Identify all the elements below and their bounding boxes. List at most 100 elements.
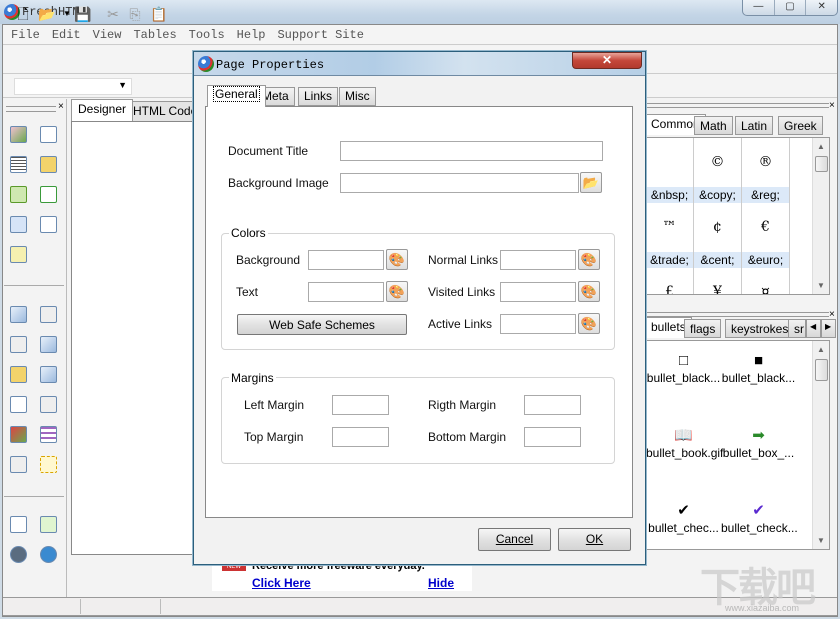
color-palette-icon[interactable]: 🎨 xyxy=(386,249,408,270)
tab-latin[interactable]: Latin xyxy=(735,116,774,135)
image-button-icon[interactable] xyxy=(10,426,27,443)
sound-icon[interactable] xyxy=(10,516,27,533)
checkbox-icon[interactable] xyxy=(10,366,27,383)
entity-cell[interactable]: © &copy; xyxy=(694,138,742,203)
cut-icon[interactable]: ✂ xyxy=(104,5,122,23)
text-area-icon[interactable] xyxy=(10,336,27,353)
anchor-icon[interactable] xyxy=(10,216,27,233)
maximize-button[interactable]: ▢ xyxy=(773,0,806,15)
bullet-item[interactable]: 📖 bullet_book.gif xyxy=(646,426,723,460)
cancel-button[interactable]: Cancel xyxy=(478,528,551,551)
tab-general[interactable]: General xyxy=(207,85,266,107)
background-image-input[interactable] xyxy=(340,173,579,193)
menu-view[interactable]: View xyxy=(89,25,126,44)
comment-icon[interactable] xyxy=(10,186,27,203)
open-folder-icon[interactable]: 📂 xyxy=(38,5,56,23)
tab-smileys[interactable]: sr xyxy=(788,319,806,338)
entity-cell[interactable]: ™ &trade; xyxy=(646,203,694,268)
frame-icon[interactable] xyxy=(40,456,57,473)
menu-tools[interactable]: Tools xyxy=(185,25,229,44)
entity-cell[interactable]: ¥ xyxy=(694,268,742,294)
dialog-close-button[interactable]: ✕ xyxy=(572,52,642,69)
panel-grip[interactable] xyxy=(6,106,56,112)
background-color-input[interactable] xyxy=(308,250,384,270)
scroll-down-icon[interactable]: ▼ xyxy=(817,281,825,290)
normal-links-input[interactable] xyxy=(500,250,576,270)
visited-links-input[interactable] xyxy=(500,282,576,302)
hide-link[interactable]: Hide xyxy=(428,576,454,590)
close-icon[interactable]: × xyxy=(58,101,64,112)
tab-keystrokes[interactable]: keystrokes xyxy=(725,319,795,338)
close-button[interactable]: ✕ xyxy=(805,0,837,15)
scroll-thumb[interactable] xyxy=(815,359,828,381)
scrollbar[interactable]: ▲ ▼ xyxy=(812,341,829,549)
scroll-thumb[interactable] xyxy=(815,156,828,172)
style-combobox[interactable]: ▼ xyxy=(14,78,132,95)
web-icon[interactable] xyxy=(40,546,57,563)
file-upload-icon[interactable] xyxy=(10,396,27,413)
left-margin-input[interactable] xyxy=(332,395,389,415)
list-icon[interactable] xyxy=(10,456,27,473)
top-margin-input[interactable] xyxy=(332,427,389,447)
chevron-down-icon[interactable]: ▼ xyxy=(118,80,127,90)
menu-tables[interactable]: Tables xyxy=(129,25,180,44)
document-title-input[interactable] xyxy=(340,141,603,161)
bottom-margin-input[interactable] xyxy=(524,427,581,447)
line-break-icon[interactable] xyxy=(40,186,57,203)
scroll-down-icon[interactable]: ▼ xyxy=(817,536,825,545)
panel-grip[interactable] xyxy=(647,103,829,108)
color-palette-icon[interactable]: 🎨 xyxy=(578,249,600,270)
tab-links[interactable]: Links xyxy=(298,87,339,106)
right-margin-input[interactable] xyxy=(524,395,581,415)
scroll-up-icon[interactable]: ▲ xyxy=(817,142,825,151)
tab-designer[interactable]: Designer xyxy=(71,99,134,121)
minimize-button[interactable]: — xyxy=(743,0,774,15)
text-color-input[interactable] xyxy=(308,282,384,302)
paste-icon[interactable]: 📋 xyxy=(150,5,168,23)
new-file-icon[interactable]: 🗋 xyxy=(14,5,32,23)
entity-cell[interactable]: ¤ xyxy=(742,268,790,294)
horizontal-rule-icon[interactable] xyxy=(10,156,27,173)
calendar-icon[interactable] xyxy=(40,156,57,173)
tab-misc[interactable]: Misc xyxy=(339,87,376,106)
browse-folder-icon[interactable]: 📂 xyxy=(580,172,602,193)
form-icon[interactable] xyxy=(10,306,27,323)
bullet-item[interactable]: ✔ bullet_chec... xyxy=(646,501,721,535)
radio-icon[interactable] xyxy=(40,366,57,383)
tab-greek[interactable]: Greek xyxy=(778,116,823,135)
bullet-item[interactable]: ✔ bullet_check... xyxy=(721,501,798,535)
globe-icon[interactable] xyxy=(10,546,27,563)
color-palette-icon[interactable]: 🎨 xyxy=(578,313,600,334)
bullet-item[interactable]: ■ bullet_black... xyxy=(721,351,796,385)
color-palette-icon[interactable]: 🎨 xyxy=(578,281,600,302)
entity-cell[interactable]: ¢ &cent; xyxy=(694,203,742,268)
table-icon[interactable] xyxy=(40,126,57,143)
script-icon[interactable] xyxy=(10,246,27,263)
menu-file[interactable]: File xyxy=(7,25,44,44)
text-field-icon[interactable] xyxy=(40,306,57,323)
color-palette-icon[interactable]: 🎨 xyxy=(386,281,408,302)
designer-canvas[interactable] xyxy=(71,121,195,555)
close-icon[interactable]: × xyxy=(829,100,835,111)
entity-cell[interactable]: € &euro; xyxy=(742,203,790,268)
entity-cell[interactable]: £ xyxy=(646,268,694,294)
click-here-link[interactable]: Click Here xyxy=(252,576,311,590)
scroll-up-icon[interactable]: ▲ xyxy=(817,345,825,354)
image-map-icon[interactable] xyxy=(40,336,57,353)
copy-icon[interactable]: ⎘ xyxy=(126,5,144,23)
text-style-icon[interactable] xyxy=(40,516,57,533)
tab-flags[interactable]: flags xyxy=(684,319,722,338)
entity-cell[interactable]: ® &reg; xyxy=(742,138,790,203)
edit-icon[interactable] xyxy=(40,216,57,233)
hidden-field-icon[interactable] xyxy=(40,396,57,413)
bullet-item[interactable]: □ bullet_black... xyxy=(646,351,721,385)
tab-scroll-left-icon[interactable]: ◀ xyxy=(806,319,821,338)
menu-edit[interactable]: Edit xyxy=(48,25,85,44)
bullet-item[interactable]: ➡ bullet_box_... xyxy=(721,426,796,460)
tab-scroll-right-icon[interactable]: ▶ xyxy=(821,319,836,338)
image-icon[interactable] xyxy=(10,126,27,143)
menu-support-site[interactable]: Support Site xyxy=(273,25,367,44)
scrollbar[interactable]: ▲ ▼ xyxy=(812,138,829,294)
web-safe-schemes-button[interactable]: Web Safe Schemes xyxy=(237,314,407,335)
tab-math[interactable]: Math xyxy=(694,116,733,135)
